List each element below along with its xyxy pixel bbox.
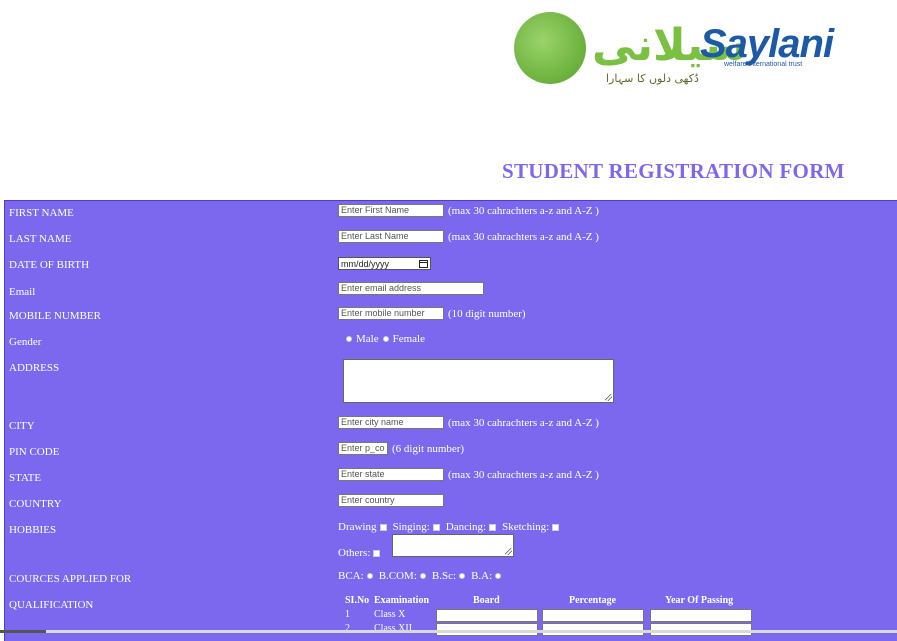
qualification-header-board: Board [473,595,500,606]
last-name-label: LAST NAME [9,233,72,245]
resize-grip-icon[interactable] [505,548,512,555]
logo-subtitle: welfare international trust [724,61,803,68]
country-input[interactable]: Enter country [338,494,444,507]
first-name-input[interactable]: Enter First Name [338,204,444,217]
gender-male-label: Male [356,333,379,345]
logo-tagline: دُکھی دلوں کا سہارا [606,72,699,85]
city-input[interactable]: Enter city name [338,416,444,429]
address-textarea[interactable] [343,359,614,403]
calendar-icon[interactable] [419,259,428,268]
qualification-row-1-no: 1 [345,609,350,620]
qualification-row-1-exam: Class X [374,609,406,620]
hobby-others-textarea[interactable] [392,534,514,557]
hobby-others-label: Others: [338,547,371,559]
gender-female-label: Female [392,333,425,345]
qualification-header-sino: SI.No [345,595,370,606]
first-name-hint: (max 30 cahrachters a-z and A-Z ) [448,204,599,217]
courses-label: COURCES APPLIED FOR [9,573,132,585]
hobby-drawing-checkbox[interactable] [379,523,387,531]
mobile-hint: (10 digit number) [448,307,526,320]
course-bsc-radio[interactable] [459,573,466,579]
dob-input[interactable]: mm/dd/yyyy [338,257,431,270]
hobby-sketching-label: Sketching: [502,521,550,533]
course-bca-radio[interactable] [366,573,373,579]
qualification-header-exam: Examination [374,595,430,606]
address-label: ADDRESS [9,362,60,374]
qualification-label: QUALIFICATION [9,599,94,611]
dob-label: DATE OF BIRTH [9,259,90,271]
hobby-dancing-checkbox[interactable] [489,523,497,531]
course-bcom-radio[interactable] [419,573,426,579]
resize-grip-icon[interactable] [605,394,612,401]
hobby-singing-label: Singing: [392,521,430,533]
mobile-input[interactable]: Enter mobile number [338,307,444,320]
pin-code-hint: (6 digit number) [392,442,465,455]
hobby-dancing-label: Dancing: [445,521,487,533]
pin-code-input[interactable]: Enter p_co [338,442,388,455]
qualification-row-1-year-input[interactable] [650,609,752,622]
hobby-singing-checkbox[interactable] [432,523,440,531]
email-label: Email [9,286,36,298]
hobby-drawing-label: Drawing [338,521,377,533]
city-label: CITY [9,420,35,432]
dob-value: mm/dd/yyyy [341,258,390,269]
qualification-header-year: Year Of Passing [665,595,734,606]
hobby-others-checkbox[interactable] [373,549,381,557]
first-name-label: FIRST NAME [9,207,74,219]
gender-male-radio[interactable] [346,336,352,342]
saylani-logo: سیلانی Saylani welfare international tru… [514,10,834,90]
course-bsc-label: B.Sc: [431,570,457,582]
state-hint: (max 30 cahrachters a-z and A-Z ) [448,468,599,481]
country-label: COUNTRY [9,498,62,510]
logo-emblem-icon [514,12,586,84]
pin-code-label: PIN CODE [9,446,60,458]
course-ba-radio[interactable] [495,573,502,579]
qualification-row-1-board-input[interactable] [436,609,538,622]
hobbies-label: HOBBIES [9,524,57,536]
course-bcom-label: B.COM: [378,570,417,582]
gender-label: Gender [9,336,42,348]
state-label: STATE [9,472,42,484]
mobile-label: MOBILE NUMBER [9,310,101,322]
last-name-hint: (max 30 cahrachters a-z and A-Z ) [448,230,599,243]
page-title: STUDENT REGISTRATION FORM [502,159,845,183]
course-bca-label: BCA: [338,570,364,582]
email-input[interactable]: Enter email address [338,282,484,295]
city-hint: (max 30 cahrachters a-z and A-Z ) [448,416,599,429]
course-ba-label: B.A: [471,570,493,582]
gender-female-radio[interactable] [382,336,389,342]
state-input[interactable]: Enter state [338,468,444,481]
qualification-header-percentage: Percentage [569,595,617,606]
hobby-sketching-checkbox[interactable] [552,523,560,531]
qualification-row-1-percentage-input[interactable] [542,609,644,622]
last-name-input[interactable]: Enter Last Name [338,230,444,243]
